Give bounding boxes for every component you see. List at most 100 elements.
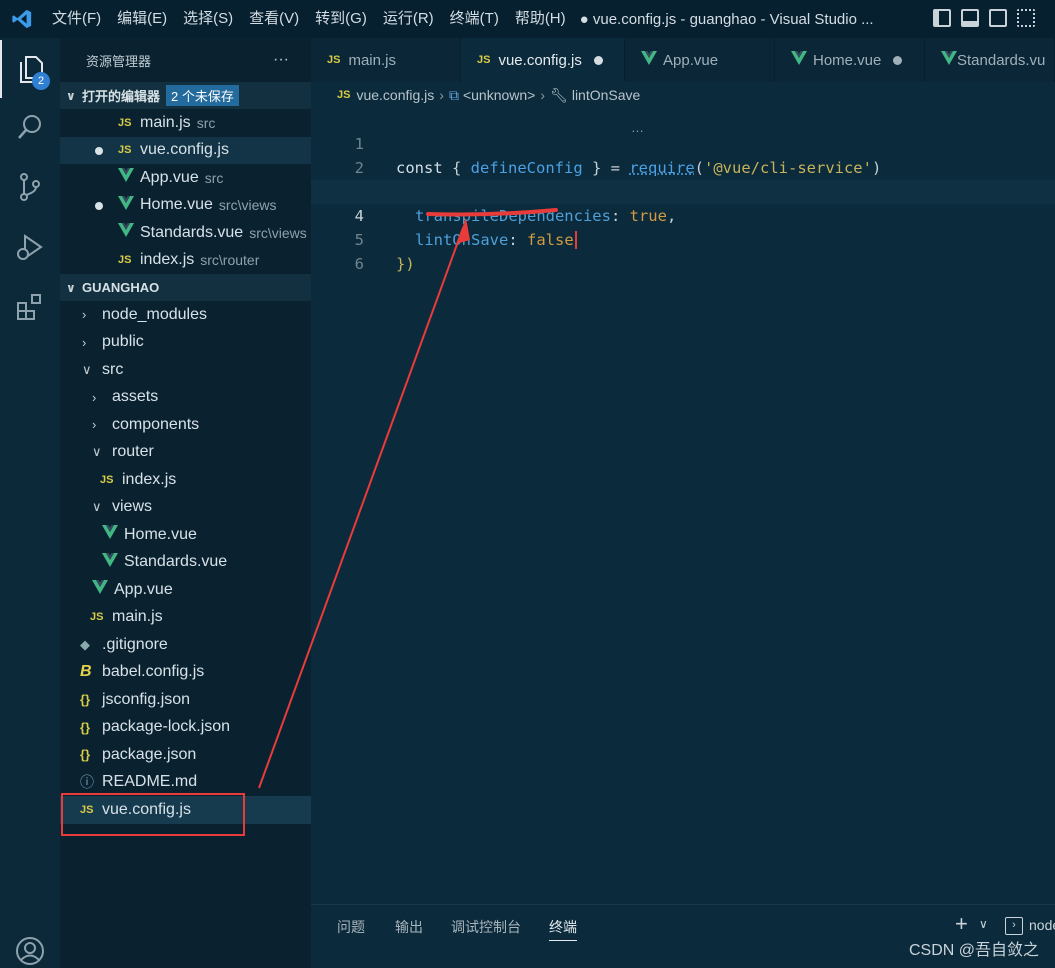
title-bar: 文件(F) 编辑(E) 选择(S) 查看(V) 转到(G) 运行(R) 终端(T… xyxy=(0,0,1055,38)
tab-terminal[interactable]: 终端 xyxy=(549,917,577,941)
new-terminal-icon[interactable]: + xyxy=(955,911,968,937)
file-path: src xyxy=(205,170,224,186)
tree-folder[interactable]: ∨ router xyxy=(60,439,311,467)
menu-run[interactable]: 运行(R) xyxy=(375,0,442,38)
customize-layout-icon[interactable] xyxy=(1017,9,1035,27)
tree-file[interactable]: {} package-lock.json xyxy=(60,714,311,742)
toggle-secondary-sidebar-icon[interactable] xyxy=(989,9,1007,27)
json-file-icon: {} xyxy=(80,692,102,707)
extensions-icon[interactable] xyxy=(0,278,60,336)
project-section[interactable]: ∨ GUANGHAO xyxy=(60,274,311,301)
js-file-icon: JS xyxy=(337,89,350,101)
terminal-name[interactable]: node xyxy=(1029,917,1055,933)
activity-bar: 2 xyxy=(0,38,60,968)
menu-terminal[interactable]: 终端(T) xyxy=(442,0,507,38)
folder-name: assets xyxy=(112,388,158,406)
breadcrumb: JS vue.config.js › ⧉ <unknown> › 🔧︎ lint… xyxy=(311,82,1055,108)
menu-file[interactable]: 文件(F) xyxy=(44,0,109,38)
tree-file[interactable]: {} jsconfig.json xyxy=(60,686,311,714)
file-name: main.js xyxy=(112,608,163,626)
folder-name: node_modules xyxy=(102,306,207,324)
tree-folder[interactable]: ∨ views xyxy=(60,494,311,522)
annotation-highlight-box xyxy=(61,793,245,836)
tree-folder[interactable]: › components xyxy=(60,411,311,439)
tree-file[interactable]: JS main.js xyxy=(60,604,311,632)
code-line: 6 xyxy=(311,228,1055,252)
file-path: src xyxy=(197,115,216,131)
source-control-icon[interactable] xyxy=(0,158,60,216)
hint-ellipsis-icon[interactable]: … xyxy=(631,120,644,135)
search-icon[interactable] xyxy=(0,98,60,156)
explorer-badge: 2 xyxy=(32,72,50,90)
file-name: Home.vue xyxy=(124,526,197,544)
more-actions-icon[interactable]: ··· xyxy=(273,51,289,69)
tab-standards-vue[interactable]: Standards.vu xyxy=(925,38,1055,82)
tree-file[interactable]: Standards.vue xyxy=(60,549,311,577)
explorer-header: 资源管理器 ··· xyxy=(60,38,311,82)
menu-go[interactable]: 转到(G) xyxy=(307,0,375,38)
tab-app-vue[interactable]: App.vue xyxy=(625,38,775,82)
tab-home-vue[interactable]: Home.vue xyxy=(775,38,925,82)
unsaved-dot-icon[interactable] xyxy=(95,202,103,210)
tab-main-js[interactable]: JS main.js xyxy=(311,38,461,82)
js-file-icon: JS xyxy=(118,254,140,266)
tree-folder[interactable]: ∨ src xyxy=(60,356,311,384)
json-file-icon: {} xyxy=(80,747,102,762)
tree-file[interactable]: Bbabel.config.js xyxy=(60,659,311,687)
tab-vue-config-js[interactable]: JS vue.config.js xyxy=(461,38,625,82)
tab-debug-console[interactable]: 调试控制台 xyxy=(451,917,521,937)
code-line: 1 const { defineConfig } = require('@vue… xyxy=(311,108,1055,132)
breadcrumb-scope[interactable]: <unknown> xyxy=(463,87,535,103)
tree-file[interactable]: ⓘ README.md xyxy=(60,769,311,797)
wrench-icon: 🔧︎ xyxy=(550,87,568,104)
open-editor-item[interactable]: Standards.vue src\views xyxy=(60,219,311,247)
menu-edit[interactable]: 编辑(E) xyxy=(109,0,175,38)
tree-folder[interactable]: › assets xyxy=(60,384,311,412)
chevron-right-icon: › xyxy=(439,87,444,103)
run-debug-icon[interactable] xyxy=(0,218,60,276)
account-icon[interactable] xyxy=(0,922,60,968)
open-editors-section[interactable]: ∨ 打开的编辑器 2 个未保存 xyxy=(60,82,311,109)
toggle-sidebar-icon[interactable] xyxy=(933,9,951,27)
file-name: App.vue xyxy=(114,581,173,599)
tree-file[interactable]: Home.vue xyxy=(60,521,311,549)
tree-folder[interactable]: › node_modules xyxy=(60,301,311,329)
code-editor[interactable]: 1 const { defineConfig } = require('@vue… xyxy=(311,108,1055,904)
tree-file[interactable]: JS index.js xyxy=(60,466,311,494)
menu-selection[interactable]: 选择(S) xyxy=(175,0,241,38)
chevron-down-icon[interactable]: ∨ xyxy=(979,917,988,931)
info-file-icon: ⓘ xyxy=(80,772,102,792)
menu-view[interactable]: 查看(V) xyxy=(241,0,307,38)
open-editor-item[interactable]: Home.vue src\views xyxy=(60,192,311,220)
file-name: index.js xyxy=(140,251,194,269)
tree-file[interactable]: {} package.json xyxy=(60,741,311,769)
tree-file[interactable]: App.vue xyxy=(60,576,311,604)
open-editor-item[interactable]: JS index.js src\router xyxy=(60,247,311,275)
unsaved-dot-icon[interactable] xyxy=(594,56,603,65)
tab-label: Home.vue xyxy=(813,52,881,69)
menu-help[interactable]: 帮助(H) xyxy=(507,0,574,38)
vue-file-icon xyxy=(941,51,957,69)
tab-problems[interactable]: 问题 xyxy=(337,917,365,937)
open-editor-item[interactable]: JS vue.config.js xyxy=(60,137,311,165)
open-editor-item[interactable]: JS main.js src xyxy=(60,109,311,137)
toggle-panel-icon[interactable] xyxy=(961,9,979,27)
js-file-icon: JS xyxy=(118,144,140,156)
unsaved-dot-icon[interactable] xyxy=(95,147,103,155)
explorer-icon[interactable]: 2 xyxy=(0,40,60,98)
breadcrumb-symbol[interactable]: lintOnSave xyxy=(572,87,640,103)
breadcrumb-file[interactable]: vue.config.js xyxy=(356,87,434,103)
tree-file[interactable]: ◆ .gitignore xyxy=(60,631,311,659)
folder-name: router xyxy=(112,443,154,461)
js-file-icon: JS xyxy=(90,611,112,623)
token-bracket: }) xyxy=(396,255,415,273)
vue-file-icon xyxy=(641,51,663,69)
open-editor-item[interactable]: App.vue src xyxy=(60,164,311,192)
unsaved-dot-icon[interactable] xyxy=(893,56,902,65)
tab-label: main.js xyxy=(348,52,396,69)
tree-folder[interactable]: › public xyxy=(60,329,311,357)
tab-output[interactable]: 输出 xyxy=(395,917,423,937)
vscode-logo-icon xyxy=(0,0,44,38)
layout-controls xyxy=(933,9,1035,27)
vue-file-icon xyxy=(102,553,124,572)
